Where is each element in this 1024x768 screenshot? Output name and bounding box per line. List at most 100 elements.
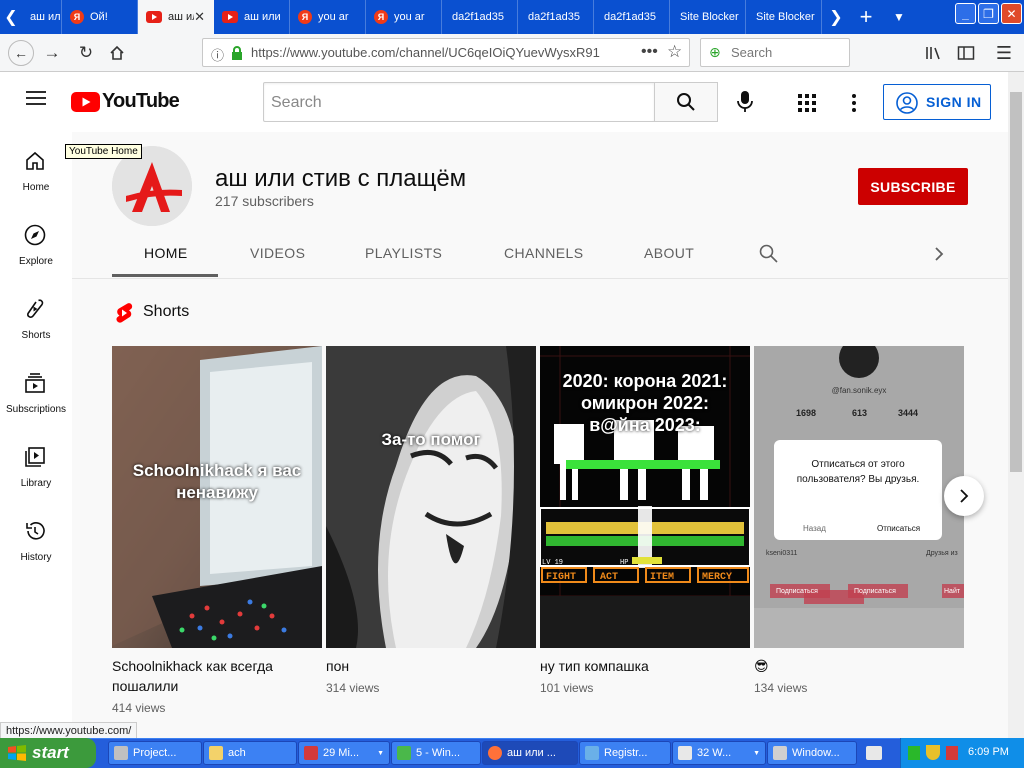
short-thumbnail-1[interactable]: Schoolnikhack я вас ненавижу bbox=[112, 346, 322, 648]
taskbar-item-5-active[interactable]: аш или ... bbox=[482, 741, 578, 765]
taskbar-item-label: 29 Mi... bbox=[323, 747, 360, 759]
sidebar-label-history: History bbox=[20, 552, 52, 563]
more-options-icon[interactable] bbox=[852, 94, 856, 117]
taskbar-item-label: Project... bbox=[133, 747, 177, 759]
tabs-next-chevron-icon[interactable] bbox=[934, 246, 944, 267]
tab-videos[interactable]: VIDEOS bbox=[250, 245, 305, 261]
scrollbar-thumb[interactable] bbox=[1010, 92, 1022, 472]
youtube-logo[interactable]: YouTube bbox=[71, 90, 180, 113]
tab-6[interactable]: da2f1ad35 bbox=[442, 0, 518, 34]
taskbar-item-8[interactable]: Window... bbox=[767, 741, 857, 765]
short-title-1[interactable]: Schoolnikhack как всегда пошалили bbox=[112, 656, 312, 696]
tab-3[interactable]: аш или bbox=[214, 0, 290, 34]
minimize-icon[interactable]: _ bbox=[955, 3, 976, 24]
short-thumbnail-4[interactable]: @fan.sonik.eyx 1698 613 3444 kseni0311 Д… bbox=[754, 346, 964, 648]
channel-search-icon[interactable] bbox=[759, 244, 778, 268]
tab-10[interactable]: Site Blocker bbox=[746, 0, 822, 34]
taskbar-clock[interactable]: 6:09 PM bbox=[968, 746, 1009, 758]
youtube-sidebar: Home Explore Shorts Subscriptions Librar… bbox=[0, 132, 72, 738]
tray-app-icon[interactable] bbox=[946, 746, 958, 760]
sidebar-item-shorts[interactable]: Shorts bbox=[0, 280, 72, 350]
close-tab-icon[interactable]: ✕ bbox=[194, 9, 205, 25]
browser-tab-bar: ❮ аш или Я Ой! аш или ✕ аш или Я you ar … bbox=[0, 0, 1024, 34]
taskbar-item-2[interactable]: ach bbox=[203, 741, 297, 765]
keyboard-icon[interactable] bbox=[866, 746, 882, 760]
bookmark-star-icon[interactable]: ☆ bbox=[667, 42, 682, 62]
yandex-icon: Я bbox=[298, 10, 312, 24]
start-button[interactable]: start bbox=[0, 738, 96, 768]
short-thumbnail-3[interactable]: LV 19 HP FIGHT ACT ITEM MERCY 2020: корона … bbox=[540, 346, 750, 648]
tab-home[interactable]: HOME bbox=[144, 245, 188, 261]
tab-9-label: Site Blocker bbox=[680, 11, 739, 23]
taskbar-item-1[interactable]: Project... bbox=[108, 741, 202, 765]
sidebar-item-history[interactable]: History bbox=[0, 502, 72, 572]
group-chevron-icon: ▼ bbox=[753, 749, 760, 757]
tray-shield-icon[interactable] bbox=[926, 745, 940, 760]
short-title-4[interactable]: 😎 bbox=[754, 656, 954, 676]
info-icon[interactable]: ⓘ bbox=[211, 45, 224, 64]
shorts-next-button[interactable] bbox=[944, 476, 984, 516]
sidebar-item-home[interactable]: Home bbox=[0, 132, 72, 202]
tab-2-active[interactable]: аш или ✕ bbox=[138, 0, 214, 34]
library-toolbar-icon[interactable] bbox=[922, 41, 946, 65]
subscribe-button[interactable]: SUBSCRIBE bbox=[858, 168, 968, 205]
youtube-search-input[interactable]: Search bbox=[263, 82, 655, 122]
tab-scroll-left-icon[interactable]: ❮ bbox=[0, 0, 22, 34]
page-actions-icon[interactable]: ••• bbox=[641, 43, 658, 61]
shorts-icon bbox=[27, 299, 44, 318]
taskbar-item-6[interactable]: Registr... bbox=[579, 741, 671, 765]
tab-channels[interactable]: CHANNELS bbox=[504, 245, 583, 261]
tab-9[interactable]: Site Blocker bbox=[670, 0, 746, 34]
taskbar-item-7[interactable]: 32 W... ▼ bbox=[672, 741, 766, 765]
dialog-confirm: Отписаться bbox=[877, 524, 921, 533]
sidebar-label-shorts: Shorts bbox=[21, 330, 51, 341]
sign-in-button[interactable]: SIGN IN bbox=[883, 84, 991, 120]
search-engine-icon[interactable]: ⊕ bbox=[709, 44, 721, 61]
tab-1[interactable]: Я Ой! bbox=[62, 0, 138, 34]
taskbar-item-3[interactable]: 29 Mi... ▼ bbox=[298, 741, 390, 765]
apps-grid-icon[interactable] bbox=[798, 94, 816, 117]
shorts-section-title: Shorts bbox=[143, 303, 190, 320]
sidebar-item-library[interactable]: Library bbox=[0, 428, 72, 498]
tray-network-icon[interactable] bbox=[908, 746, 920, 760]
close-window-icon[interactable]: ✕ bbox=[1001, 3, 1022, 24]
forward-icon[interactable]: → bbox=[40, 41, 64, 65]
browser-search-bar[interactable]: ⊕ Search bbox=[700, 38, 850, 67]
tooltip: YouTube Home bbox=[65, 144, 142, 159]
tab-5[interactable]: Я you ar bbox=[366, 0, 442, 34]
menu-icon[interactable]: ☰ bbox=[992, 41, 1016, 65]
short-title-3[interactable]: ну тип компашка bbox=[540, 656, 740, 676]
registry-icon bbox=[585, 746, 599, 760]
back-icon[interactable]: ← bbox=[8, 40, 34, 66]
url-bar[interactable]: ⓘ https://www.youtube.com/channel/UC6qeI… bbox=[202, 38, 690, 67]
stat-2: 613 bbox=[852, 408, 868, 418]
dialog-account-handle: @fan.sonik.eyx bbox=[831, 386, 887, 395]
tab-8[interactable]: da2f1ad35 bbox=[594, 0, 670, 34]
sidebar-toggle-icon[interactable] bbox=[954, 41, 978, 65]
tab-about[interactable]: ABOUT bbox=[644, 245, 694, 261]
tab-4[interactable]: Я you ar bbox=[290, 0, 366, 34]
follow-button-label: Подписаться bbox=[776, 588, 818, 595]
short-thumbnail-2[interactable]: За-то помог bbox=[326, 346, 536, 648]
hamburger-menu-icon[interactable] bbox=[26, 90, 46, 111]
account-icon bbox=[896, 92, 918, 114]
lock-icon[interactable] bbox=[231, 46, 243, 65]
sidebar-item-explore[interactable]: Explore bbox=[0, 206, 72, 276]
tab-playlists[interactable]: PLAYLISTS bbox=[365, 245, 442, 261]
taskbar-item-4[interactable]: 5 - Win... bbox=[391, 741, 481, 765]
channel-name: аш или стив с плащём bbox=[215, 165, 467, 192]
sidebar-item-subscriptions[interactable]: Subscriptions bbox=[0, 354, 72, 424]
reload-icon[interactable]: ↻ bbox=[74, 41, 98, 65]
new-tab-icon[interactable]: + bbox=[852, 0, 880, 34]
restore-icon[interactable]: ❐ bbox=[978, 3, 999, 24]
tab-scroll-right-icon[interactable]: ❯ bbox=[824, 0, 848, 34]
tab-7[interactable]: da2f1ad35 bbox=[518, 0, 594, 34]
tab-0[interactable]: аш или bbox=[22, 0, 62, 34]
taskbar-item-label: 5 - Win... bbox=[416, 747, 461, 759]
short-title-2[interactable]: пон bbox=[326, 656, 526, 676]
home-icon[interactable] bbox=[105, 41, 129, 65]
tab-list-chevron-icon[interactable]: ▼ bbox=[886, 0, 912, 34]
youtube-search-button[interactable] bbox=[654, 82, 718, 122]
tab-8-label: da2f1ad35 bbox=[604, 11, 656, 23]
voice-search-icon[interactable] bbox=[737, 91, 753, 118]
